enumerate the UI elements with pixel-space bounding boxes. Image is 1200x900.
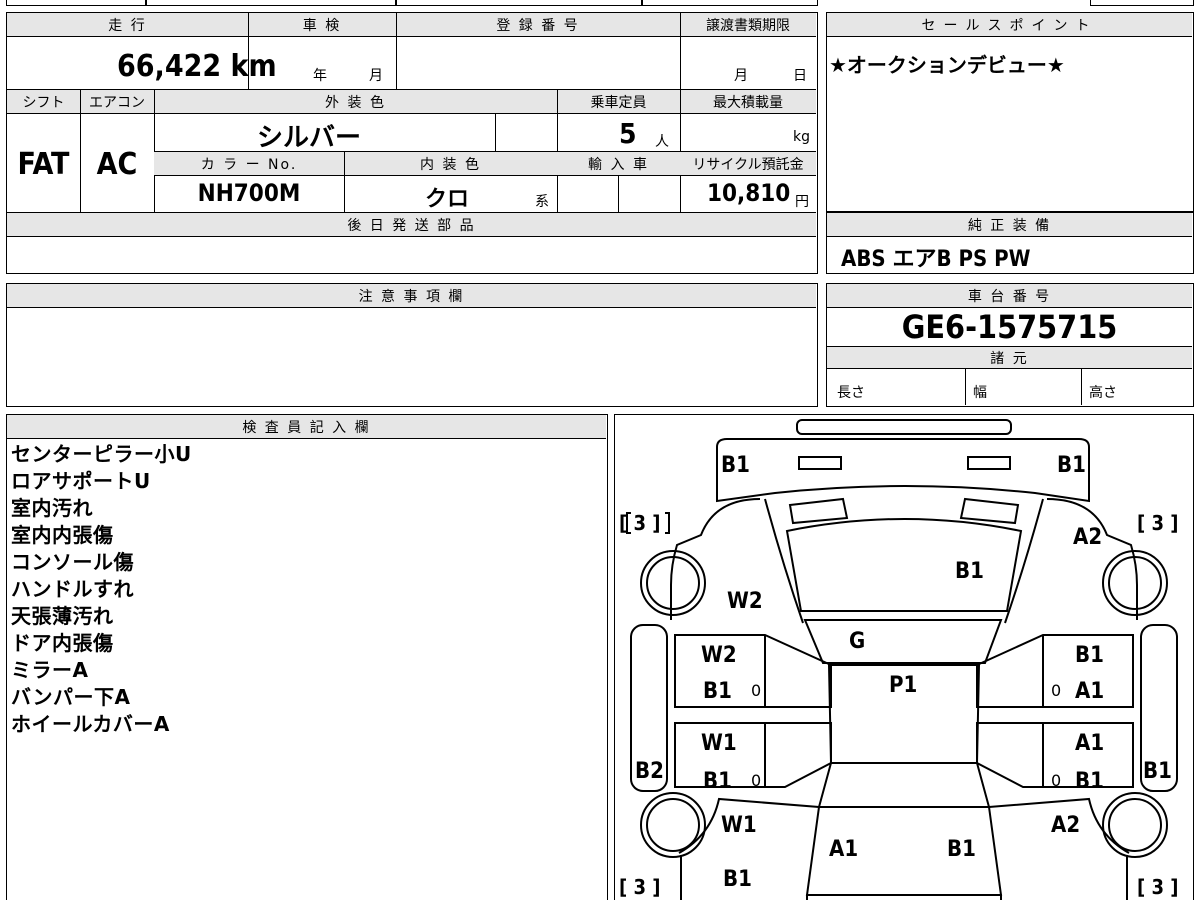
mark-front-left: B1	[721, 453, 750, 478]
mark-zero-4: 0	[1051, 771, 1062, 790]
mark-windshield: G	[849, 629, 866, 654]
transfer-deadline-label: 譲渡書類期限	[706, 18, 790, 34]
damage-diagram-panel: B1 B1 [ 3 ] [ 3 ] A2 B1 W2 G W2 B1 P1 B1…	[614, 414, 1194, 900]
equipment-label: 純 正 装 備	[967, 218, 1052, 234]
color-no-label: カ ラ ー No.	[200, 157, 298, 173]
caution-label: 注 意 事 項 欄	[358, 289, 465, 305]
inspector-notes-list: センターピラー小U ロアサポートU 室内汚れ 室内内張傷 コンソール傷 ハンドル…	[11, 441, 192, 738]
mark-trunk-right: B1	[947, 837, 976, 862]
list-item: ロアサポートU	[11, 469, 151, 493]
capacity-unit: 人	[655, 134, 669, 150]
exterior-color-value: シルバー	[257, 123, 362, 153]
list-item: ドア内張傷	[11, 631, 114, 655]
max-load-label: 最大積載量	[713, 95, 783, 111]
color-no-value: NH700M	[197, 179, 301, 207]
chassis-panel: 車 台 番 号 GE6-1575715 諸 元 長さ 幅 高さ	[826, 283, 1194, 407]
mark-door-rl-top: W1	[701, 731, 737, 756]
caution-panel: 注 意 事 項 欄	[6, 283, 818, 407]
transfer-month: 月	[734, 68, 748, 84]
interior-color-unit: 系	[535, 194, 549, 210]
list-item: ハンドルすれ	[11, 577, 134, 601]
selling-points-panel: セールスポイント ★オークションデビュー★	[826, 12, 1194, 212]
selling-points-value: ★オークションデビュー★	[829, 53, 1065, 77]
mileage-unit: km	[230, 49, 277, 84]
mark-roof: P1	[889, 673, 918, 698]
recycle-deposit-unit: 円	[795, 194, 809, 210]
shaken-month: 月	[369, 68, 383, 84]
mark-tire-rear-right: [ 3 ]	[1137, 875, 1179, 899]
transfer-day: 日	[793, 68, 807, 84]
later-parts-label: 後 日 発 送 部 品	[347, 218, 476, 234]
width-label: 幅	[973, 385, 987, 401]
mark-tire-front-right: [ 3 ]	[1137, 511, 1179, 535]
mileage-label: 走 行	[108, 18, 147, 34]
list-item: ホイールカバーA	[11, 712, 170, 736]
mark-trunk-left: A1	[829, 837, 859, 862]
list-item: 室内内張傷	[11, 523, 114, 547]
equipment-value: ABS エアB PS PW	[841, 247, 1031, 272]
import-label: 輸 入 車	[588, 157, 649, 173]
mark-fender-rear-right: A2	[1051, 813, 1081, 838]
mark-door-rr-bottom: B1	[1075, 769, 1104, 794]
exterior-color-label: 外 装 色	[325, 95, 386, 111]
mark-tire-front-left: [ 3 ]	[619, 511, 661, 535]
mark-front-right: B1	[1057, 453, 1086, 478]
mark-rear-left: B1	[723, 867, 752, 892]
mark-hood: B1	[955, 559, 984, 584]
mark-fender-front-left: W2	[727, 589, 763, 614]
selling-points-label: セールスポイント	[921, 18, 1098, 34]
list-item: バンパー下A	[11, 685, 131, 709]
capacity-label: 乗車定員	[590, 95, 647, 111]
mileage-value: 66,422 km	[117, 49, 277, 84]
recycle-deposit-label: リサイクル預託金	[692, 157, 804, 173]
interior-color-value: クロ	[425, 187, 470, 212]
vehicle-info-table: 走 行 車 検 登 録 番 号 譲渡書類期限 66,422 km 年 月 月 日…	[6, 12, 818, 274]
registration-label: 登 録 番 号	[496, 18, 580, 34]
mark-door-rl-bottom: B1	[703, 769, 732, 794]
list-item: 天張薄汚れ	[11, 604, 114, 628]
chassis-value: GE6-1575715	[901, 308, 1118, 346]
ac-label: エアコン	[89, 95, 145, 111]
mark-sill-left: B2	[635, 759, 664, 784]
interior-color-label: 内 装 色	[420, 157, 481, 173]
mark-door-fr-bottom: A1	[1075, 679, 1105, 704]
mark-zero-1: 0	[751, 681, 762, 700]
shift-label: シフト	[22, 95, 65, 111]
inspector-notes-panel: 検 査 員 記 入 欄 センターピラー小U ロアサポートU 室内汚れ 室内内張傷…	[6, 414, 608, 900]
mark-fender-front-right: A2	[1073, 525, 1103, 550]
mark-door-fl-top: W2	[701, 643, 737, 668]
equipment-panel: 純 正 装 備 ABS エアB PS PW	[826, 212, 1194, 274]
chassis-label: 車 台 番 号	[967, 289, 1052, 305]
capacity-value: 5	[619, 117, 637, 150]
list-item: 室内汚れ	[11, 496, 93, 520]
shaken-label: 車 検	[302, 18, 342, 34]
mark-tire-rear-left: [ 3 ]	[619, 875, 661, 899]
top-strip-cell-3	[396, 0, 642, 6]
shift-value: FAT	[17, 147, 70, 182]
load-unit: kg	[793, 129, 810, 145]
ac-value: AC	[96, 147, 138, 182]
list-item: コンソール傷	[11, 550, 134, 574]
list-item: センターピラー小U	[11, 442, 192, 466]
inspector-label: 検 査 員 記 入 欄	[242, 420, 371, 436]
recycle-deposit-value: 10,810	[707, 179, 791, 207]
mark-door-fr-top: B1	[1075, 643, 1104, 668]
mark-sill-right: B1	[1143, 759, 1172, 784]
mark-zero-3: 0	[751, 771, 762, 790]
height-label: 高さ	[1089, 385, 1117, 401]
mark-fender-rear-left: W1	[721, 813, 757, 838]
top-strip-cell-4	[642, 0, 818, 6]
list-item: ミラーA	[11, 658, 89, 682]
mark-zero-2: 0	[1051, 681, 1062, 700]
mark-door-fl-bottom: B1	[703, 679, 732, 704]
top-strip-cell-5	[1090, 0, 1194, 6]
length-label: 長さ	[837, 385, 865, 401]
spec-label: 諸 元	[990, 351, 1029, 367]
top-strip-cell-2	[146, 0, 396, 6]
top-strip-cell-1	[6, 0, 146, 6]
mark-door-rr-top: A1	[1075, 731, 1105, 756]
shaken-year: 年	[313, 68, 327, 84]
